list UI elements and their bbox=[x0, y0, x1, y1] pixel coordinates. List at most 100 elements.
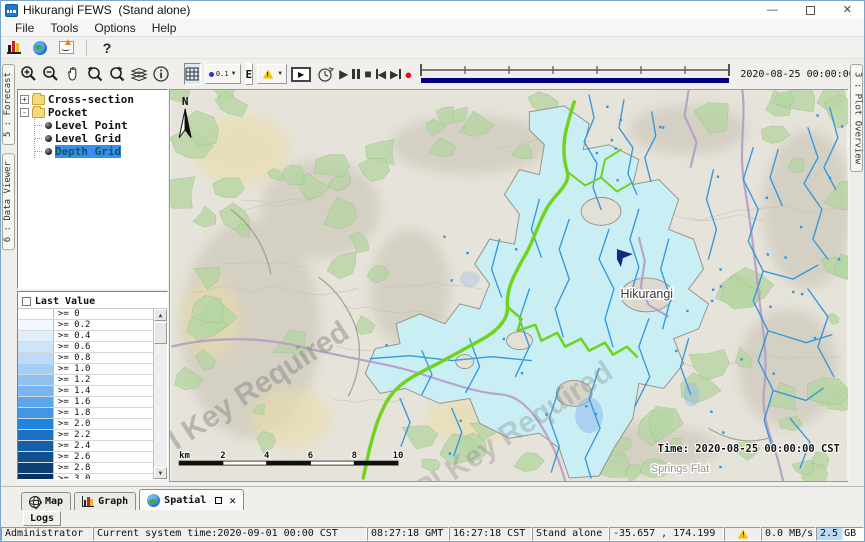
scroll-up-icon[interactable]: ▲ bbox=[154, 309, 167, 321]
legend-row: >= 1.6 bbox=[18, 397, 153, 408]
globe-icon bbox=[147, 494, 160, 507]
menu-help[interactable]: Help bbox=[144, 20, 185, 36]
legend-row: >= 2.2 bbox=[18, 430, 153, 441]
point-size-dropdown[interactable]: 0.1 ▼ bbox=[205, 64, 241, 84]
timer-settings-icon[interactable] bbox=[315, 63, 335, 85]
last-value-checkbox[interactable] bbox=[22, 297, 31, 306]
step-back-button[interactable]: ◀ bbox=[376, 68, 386, 81]
svg-text:6: 6 bbox=[308, 451, 313, 461]
legend-swatch bbox=[18, 452, 54, 462]
svg-text:N: N bbox=[182, 95, 189, 108]
window-title: Hikurangi FEWS (Stand alone) bbox=[23, 3, 190, 17]
menu-tools[interactable]: Tools bbox=[42, 20, 86, 36]
folder-icon bbox=[32, 108, 45, 118]
profile-chart-icon[interactable] bbox=[57, 40, 75, 56]
chevron-down-icon: ▼ bbox=[231, 71, 237, 77]
close-button[interactable]: ✕ bbox=[843, 5, 852, 16]
bottom-tab-bar: Map Graph Spatial ✕ bbox=[1, 486, 864, 510]
scroll-thumb[interactable] bbox=[154, 322, 167, 344]
status-system-time: Current system time:2020-09-01 00:00 CST bbox=[93, 527, 367, 541]
pan-hand-icon[interactable] bbox=[64, 63, 82, 85]
database-chart-icon[interactable] bbox=[5, 40, 23, 56]
status-warning-cell[interactable] bbox=[724, 527, 761, 541]
map-toolbar: 0.1 ▼ E ▼ ▶ ▶ ■ ◀ ▶ ● bbox=[16, 59, 850, 89]
help-button[interactable]: ? bbox=[98, 40, 116, 56]
legend-title: Last Value bbox=[35, 296, 95, 307]
tab-minimize-icon[interactable] bbox=[215, 497, 222, 504]
grid-display-button[interactable] bbox=[184, 63, 201, 85]
status-memory: 2.5 GB bbox=[816, 527, 864, 541]
zoom-out-icon[interactable] bbox=[42, 63, 60, 85]
stop-button[interactable]: ■ bbox=[364, 67, 371, 81]
label-display-button[interactable]: E bbox=[245, 63, 254, 85]
warning-dropdown[interactable]: ▼ bbox=[257, 64, 287, 84]
legend-swatch bbox=[18, 386, 54, 396]
zoom-previous-icon[interactable] bbox=[86, 63, 104, 85]
svg-text:8: 8 bbox=[352, 451, 357, 461]
map-view[interactable]: API Key Required API Key Required N km 2… bbox=[169, 89, 850, 486]
tab-forecast[interactable]: 5 : Forecast bbox=[2, 64, 15, 145]
tree-item-cross-section[interactable]: + Cross-section bbox=[20, 93, 165, 106]
expander-icon[interactable]: + bbox=[20, 95, 29, 104]
globe-icon[interactable] bbox=[31, 40, 49, 56]
warning-icon bbox=[263, 70, 274, 79]
legend-row: >= 0.6 bbox=[18, 342, 153, 353]
legend-rows: >= 0 >= 0.2 >= 0.4 >= 0.6 >= 0.8 >= 1.0 … bbox=[18, 309, 153, 479]
legend-row: >= 2.6 bbox=[18, 452, 153, 463]
step-forward-button[interactable]: ▶ bbox=[390, 68, 400, 81]
timeline-slider[interactable] bbox=[416, 62, 734, 86]
tab-map[interactable]: Map bbox=[21, 492, 71, 510]
menu-options[interactable]: Options bbox=[86, 20, 143, 36]
tree-item-level-point[interactable]: Level Point bbox=[35, 119, 165, 132]
legend-swatch bbox=[18, 430, 54, 440]
main-toolbar: ? bbox=[1, 37, 864, 59]
legend-swatch bbox=[18, 320, 54, 330]
chevron-down-icon: ▼ bbox=[277, 71, 283, 77]
spatial-map[interactable]: API Key Required API Key Required N km 2… bbox=[169, 89, 848, 482]
tree-item-level-grid[interactable]: Level Grid bbox=[35, 132, 165, 145]
animation-panel-icon[interactable]: ▶ bbox=[291, 63, 311, 85]
legend-swatch bbox=[18, 309, 54, 319]
tree-item-pocket[interactable]: - Pocket bbox=[20, 106, 165, 119]
legend-swatch bbox=[18, 441, 54, 451]
legend-scrollbar[interactable]: ▲ ▼ bbox=[153, 309, 167, 479]
layers-icon[interactable] bbox=[130, 63, 148, 85]
map-time-label: Time: 2020-08-25 00:00:00 CST bbox=[657, 443, 839, 455]
minimize-button[interactable]: — bbox=[767, 5, 778, 16]
status-coordinates: -35.657 , 174.199 bbox=[609, 527, 724, 541]
info-icon[interactable] bbox=[152, 63, 170, 85]
legend-row: >= 0.4 bbox=[18, 331, 153, 342]
play-button[interactable]: ▶ bbox=[339, 67, 348, 81]
zoom-in-icon[interactable] bbox=[20, 63, 38, 85]
legend-swatch bbox=[18, 408, 54, 418]
app-window: Hikurangi FEWS (Stand alone) — ✕ File To… bbox=[0, 0, 865, 542]
legend-swatch bbox=[18, 364, 54, 374]
zoom-next-icon[interactable] bbox=[108, 63, 126, 85]
wire-globe-icon bbox=[29, 496, 41, 508]
status-gmt-time: 08:27:18 GMT bbox=[367, 527, 449, 541]
legend-swatch bbox=[18, 397, 54, 407]
tab-close-icon[interactable]: ✕ bbox=[229, 494, 236, 507]
toolbar-separator bbox=[86, 40, 87, 56]
tab-plot-overview[interactable]: 3 : Plot Overview bbox=[850, 64, 863, 172]
record-button[interactable]: ● bbox=[405, 67, 413, 82]
maximize-button[interactable] bbox=[806, 6, 815, 15]
title-bar: Hikurangi FEWS (Stand alone) — ✕ bbox=[1, 1, 864, 19]
logs-button[interactable]: Logs bbox=[23, 511, 61, 526]
left-tab-strip: 5 : Forecast 6 : Data Viewer bbox=[1, 59, 16, 486]
tab-graph[interactable]: Graph bbox=[74, 492, 136, 510]
tree-item-depth-grid[interactable]: Depth Grid bbox=[35, 145, 165, 158]
scroll-down-icon[interactable]: ▼ bbox=[154, 467, 167, 479]
node-bullet-icon bbox=[45, 122, 52, 129]
pause-button[interactable] bbox=[352, 69, 360, 79]
tab-data-viewer[interactable]: 6 : Data Viewer bbox=[2, 153, 15, 250]
legend-row: >= 1.2 bbox=[18, 375, 153, 386]
legend-row: >= 0.8 bbox=[18, 353, 153, 364]
tab-spatial[interactable]: Spatial ✕ bbox=[139, 489, 244, 510]
status-local-time: 16:27:18 CST bbox=[449, 527, 532, 541]
expander-icon[interactable]: - bbox=[20, 108, 29, 117]
legend-row: >= 0.2 bbox=[18, 320, 153, 331]
legend-swatch bbox=[18, 375, 54, 385]
menu-file[interactable]: File bbox=[7, 20, 42, 36]
data-viewer-panel: + Cross-section - Pocket Lev bbox=[16, 89, 169, 486]
